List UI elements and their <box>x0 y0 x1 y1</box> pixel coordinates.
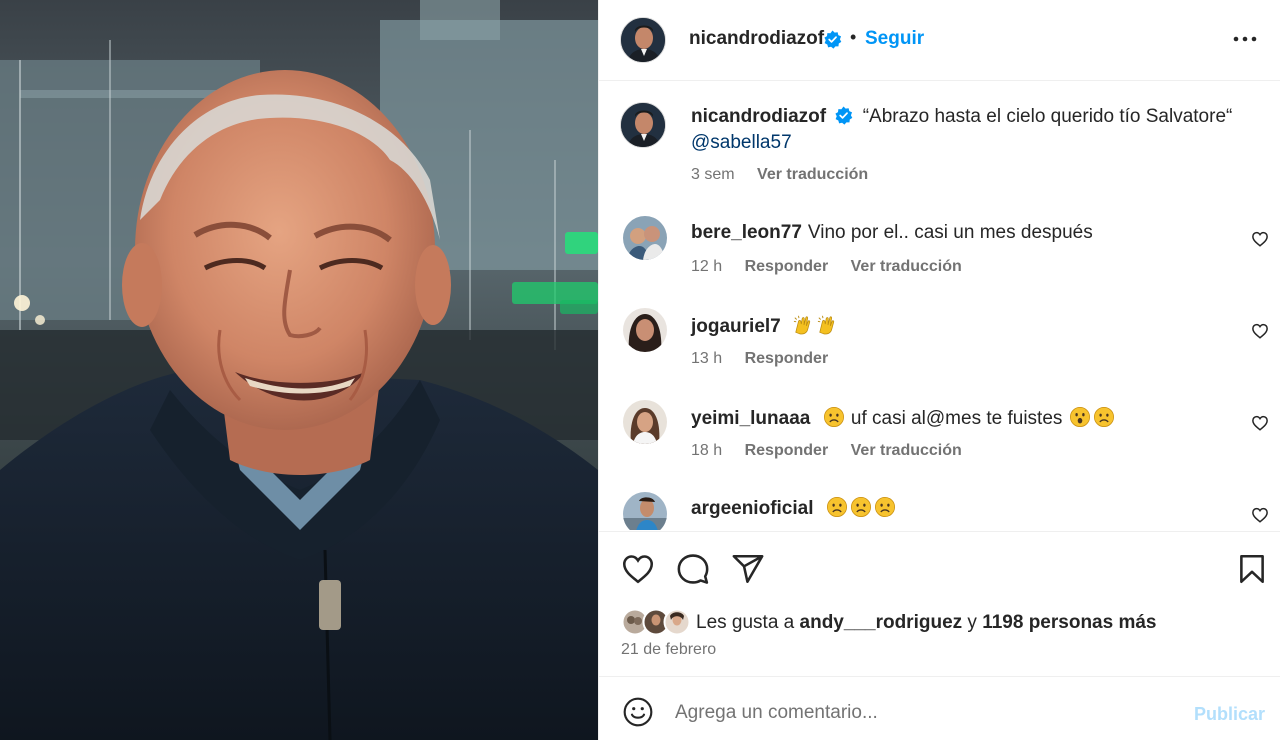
caption-meta: 3 sem Ver traducción <box>691 166 886 184</box>
reply-button[interactable]: Responder <box>745 350 829 367</box>
caption-mention-link[interactable]: @sabella57 <box>691 132 792 154</box>
caption-username[interactable]: nicandrodiazof <box>691 106 826 127</box>
comment-username[interactable]: bere_leon77 <box>691 222 802 243</box>
comment-translate-button[interactable]: Ver traducción <box>851 258 962 275</box>
caption-line: nicandrodiazof “Abrazo hasta el cielo qu… <box>691 106 1251 128</box>
comment-like-heart-icon[interactable] <box>1251 414 1269 432</box>
caption-text: “Abrazo hasta el cielo querido tío Salva… <box>862 106 1233 127</box>
raising-hands-emoji-icon <box>793 315 811 335</box>
post-actions: Les gusta a andy___rodriguez y 1198 pers… <box>599 531 1280 677</box>
comment-like-heart-icon[interactable] <box>1251 230 1269 248</box>
comment-line: yeimi_lunaaa uf casi al@mes te fuistes <box>691 406 1116 430</box>
sad-face-emoji-icon <box>1093 407 1114 427</box>
reply-button[interactable]: Responder <box>745 258 829 275</box>
caption-time[interactable]: 3 sem <box>691 166 735 183</box>
caption-author-avatar[interactable] <box>620 102 666 148</box>
likes-prefix: Les gusta a <box>696 612 795 633</box>
commenter-avatar[interactable] <box>623 400 667 444</box>
verified-badge-icon <box>824 30 842 49</box>
post-date[interactable]: 21 de febrero <box>621 641 716 659</box>
comment-time[interactable]: 18 h <box>691 442 722 459</box>
separator-dot: • <box>850 27 857 47</box>
comment-meta: 12 h Responder Ver traducción <box>691 258 980 276</box>
comment-username[interactable]: argeenioficial <box>691 498 814 519</box>
likes-summary: Les gusta a andy___rodriguez y 1198 pers… <box>696 612 1157 634</box>
comment-line: argeenioficial <box>691 496 897 520</box>
comment-username[interactable]: jogauriel7 <box>691 316 781 337</box>
comment-bubble-icon[interactable] <box>676 552 710 586</box>
post-photo[interactable] <box>0 0 598 740</box>
comment-meta: 18 h Responder Ver traducción <box>691 442 980 460</box>
comment-text: Vino por el.. casi un mes después <box>807 222 1093 243</box>
author-username[interactable]: nicandrodiazof <box>689 28 824 50</box>
author-avatar[interactable] <box>620 17 666 63</box>
commenter-avatar[interactable] <box>623 492 667 530</box>
follow-button[interactable]: Seguir <box>865 28 924 50</box>
sad-face-emoji-icon <box>874 497 895 517</box>
sad-face-emoji-icon <box>850 497 871 517</box>
comment-meta: 13 h Responder <box>691 350 846 368</box>
commenter-avatar[interactable] <box>623 216 667 260</box>
share-paper-plane-icon[interactable] <box>731 552 765 586</box>
photo-image <box>0 0 598 740</box>
save-bookmark-icon[interactable] <box>1235 552 1269 586</box>
verified-badge-icon <box>835 106 853 125</box>
comment-like-heart-icon[interactable] <box>1251 322 1269 340</box>
comment-time[interactable]: 12 h <box>691 258 722 275</box>
sad-face-emoji-icon <box>826 497 847 517</box>
sad-face-emoji-icon <box>823 407 844 427</box>
likes-count-link[interactable]: 1198 personas más <box>982 612 1156 633</box>
reply-button[interactable]: Responder <box>745 442 829 459</box>
comment-text: uf casi al@mes te fuistes <box>850 408 1063 429</box>
likers-avatars[interactable] <box>621 608 691 636</box>
comment-line: bere_leon77 Vino por el.. casi un mes des… <box>691 222 1093 244</box>
like-heart-icon[interactable] <box>621 552 655 586</box>
post-detail-panel: nicandrodiazof • Seguir nicandrodiazof “… <box>598 0 1280 740</box>
comments-list[interactable]: nicandrodiazof “Abrazo hasta el cielo qu… <box>599 82 1280 530</box>
comment-time[interactable]: 13 h <box>691 350 722 367</box>
surprised-face-emoji-icon <box>1069 407 1090 427</box>
comment-username[interactable]: yeimi_lunaaa <box>691 408 810 429</box>
comment-like-heart-icon[interactable] <box>1251 506 1269 524</box>
commenter-avatar[interactable] <box>623 308 667 352</box>
emoji-picker-smiley-icon[interactable] <box>622 696 654 728</box>
comment-translate-button[interactable]: Ver traducción <box>851 442 962 459</box>
publish-button[interactable]: Publicar <box>1194 704 1265 725</box>
post-header: nicandrodiazof • Seguir <box>599 0 1280 81</box>
comment-input[interactable] <box>675 698 1175 728</box>
more-options-icon[interactable] <box>1231 28 1259 50</box>
likes-joiner: y <box>967 612 977 633</box>
comment-line: jogauriel7 <box>691 314 840 338</box>
comment-composer: Publicar <box>599 678 1280 740</box>
caption-translate-button[interactable]: Ver traducción <box>757 166 868 183</box>
liker-username[interactable]: andy___rodriguez <box>800 612 963 633</box>
raising-hands-emoji-icon <box>817 315 835 335</box>
